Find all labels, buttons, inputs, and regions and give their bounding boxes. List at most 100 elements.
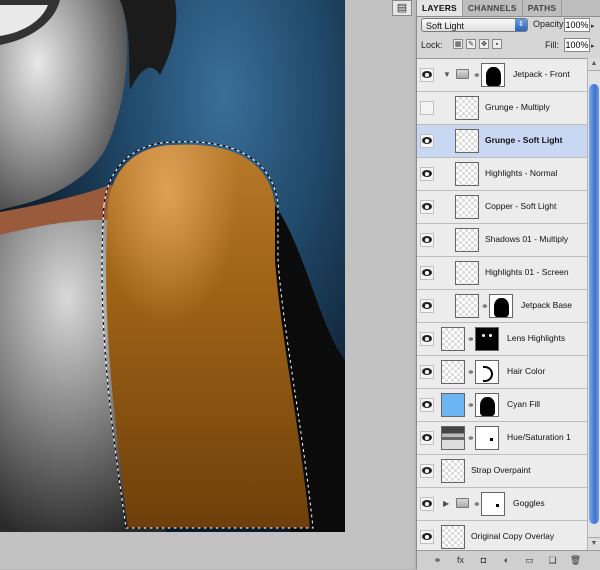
document-canvas-area[interactable]: ▤ xyxy=(0,0,414,569)
layer-row[interactable]: ⚭ Hue/Saturation 1 xyxy=(417,422,587,455)
layer-thumbnail[interactable] xyxy=(441,426,465,450)
layer-row[interactable]: ⚭ Hair Color xyxy=(417,356,587,389)
layer-thumbnail[interactable] xyxy=(455,96,479,120)
layer-row[interactable]: Original Copy Overlay xyxy=(417,521,587,551)
layers-list: ▼ ⚭ Jetpack - Front Grunge - Multiply Grunge… xyxy=(417,58,587,551)
scroll-down-arrow-icon[interactable]: ▼ xyxy=(588,537,600,550)
collapse-triangle-icon[interactable]: ▼ xyxy=(443,70,451,79)
panel-dock-icon[interactable]: ▤ xyxy=(392,0,412,16)
document-canvas[interactable] xyxy=(0,0,345,532)
visibility-eye-icon[interactable] xyxy=(420,431,434,445)
layer-row[interactable]: ▶ ⚭ Goggles xyxy=(417,488,587,521)
visibility-eye-icon[interactable] xyxy=(420,299,434,313)
fill-slider-arrow-icon[interactable]: ▸ xyxy=(591,42,595,50)
eye-icon xyxy=(422,533,432,540)
layer-row[interactable]: Shadows 01 - Multiply xyxy=(417,224,587,257)
folder-icon xyxy=(456,498,469,508)
layer-mask-thumbnail[interactable] xyxy=(481,492,505,516)
layer-row[interactable]: Highlights 01 - Screen xyxy=(417,257,587,290)
visibility-eye-icon[interactable] xyxy=(420,464,434,478)
layer-thumbnail[interactable] xyxy=(455,195,479,219)
layer-thumbnail[interactable] xyxy=(441,393,465,417)
mask-link-icon[interactable]: ⚭ xyxy=(481,301,489,312)
layer-thumbnail[interactable] xyxy=(441,459,465,483)
layer-thumbnail[interactable] xyxy=(455,228,479,252)
lock-row: Lock: ▦ ✎ ✥ ▪ Fill: 100% ▸ xyxy=(421,38,599,54)
layer-row[interactable]: Strap Overpaint xyxy=(417,455,587,488)
layer-row[interactable]: Grunge - Soft Light xyxy=(417,125,587,158)
lock-image-icon[interactable]: ✎ xyxy=(466,39,476,49)
layer-thumbnail[interactable] xyxy=(455,294,479,318)
layer-row[interactable]: ⚭ Jetpack Base xyxy=(417,290,587,323)
layer-name: Cyan Fill xyxy=(507,399,541,409)
link-layers-icon[interactable]: ⚭ xyxy=(431,554,444,566)
opacity-slider-arrow-icon[interactable]: ▸ xyxy=(591,22,595,30)
layers-panel-footer: ⚭ fx ◘ ◐ ▭ ❏ 🗑 xyxy=(417,550,600,570)
layer-name: Grunge - Soft Light xyxy=(485,135,563,145)
eye-icon xyxy=(422,401,432,408)
pasteboard xyxy=(345,0,414,569)
layer-thumbnail[interactable] xyxy=(441,327,465,351)
visibility-eye-icon[interactable] xyxy=(420,497,434,511)
visibility-eye-icon[interactable] xyxy=(420,200,434,214)
new-group-icon[interactable]: ▭ xyxy=(523,554,536,566)
fx-icon[interactable]: fx xyxy=(454,554,467,566)
expand-triangle-icon[interactable]: ▶ xyxy=(443,499,449,508)
layer-thumbnail[interactable] xyxy=(455,162,479,186)
scroll-thumb[interactable] xyxy=(589,84,599,524)
layer-thumbnail[interactable] xyxy=(455,129,479,153)
visibility-eye-icon[interactable] xyxy=(420,332,434,346)
visibility-eye-icon[interactable] xyxy=(420,398,434,412)
layer-row[interactable]: ▼ ⚭ Jetpack - Front xyxy=(417,59,587,92)
layer-thumbnail[interactable] xyxy=(441,360,465,384)
lock-transparency-icon[interactable]: ▦ xyxy=(453,39,463,49)
visibility-eye-icon[interactable] xyxy=(420,134,434,148)
layer-mask-thumbnail[interactable] xyxy=(475,393,499,417)
lock-all-icon[interactable]: ▪ xyxy=(492,39,502,49)
mask-link-icon[interactable]: ⚭ xyxy=(467,334,475,345)
tab-channels[interactable]: CHANNELS xyxy=(463,0,523,16)
tab-paths[interactable]: PATHS xyxy=(523,0,563,16)
mask-link-icon[interactable]: ⚭ xyxy=(467,367,475,378)
layer-row[interactable]: ⚭ Lens Highlights xyxy=(417,323,587,356)
adjustment-layer-icon[interactable]: ◐ xyxy=(500,554,513,566)
blend-row: Soft Light ⇕ Opacity: 100% ▸ xyxy=(421,18,599,34)
mask-link-icon[interactable]: ⚭ xyxy=(467,433,475,444)
visibility-eye-icon[interactable] xyxy=(420,266,434,280)
layer-name: Copper - Soft Light xyxy=(485,201,557,211)
add-mask-icon[interactable]: ◘ xyxy=(477,554,490,566)
scroll-up-arrow-icon[interactable]: ▲ xyxy=(588,58,600,71)
mask-link-icon[interactable]: ⚭ xyxy=(467,400,475,411)
trash-icon[interactable]: 🗑 xyxy=(569,554,582,566)
layer-row[interactable]: Highlights - Normal xyxy=(417,158,587,191)
layer-row[interactable]: ⚭ Cyan Fill xyxy=(417,389,587,422)
layer-name: Hair Color xyxy=(507,366,546,376)
visibility-eye-icon[interactable] xyxy=(420,167,434,181)
mask-link-icon[interactable]: ⚭ xyxy=(473,70,481,81)
layers-scrollbar[interactable]: ▲ ▼ xyxy=(587,58,600,550)
new-layer-icon[interactable]: ❏ xyxy=(546,554,559,566)
layer-thumbnail[interactable] xyxy=(441,525,465,549)
layer-mask-thumbnail[interactable] xyxy=(475,426,499,450)
layer-mask-thumbnail[interactable] xyxy=(481,63,505,87)
visibility-eye-icon[interactable] xyxy=(420,101,434,115)
layer-row[interactable]: Grunge - Multiply xyxy=(417,92,587,125)
blend-mode-select[interactable]: Soft Light ⇕ xyxy=(421,18,528,32)
artwork-image xyxy=(0,0,345,532)
fill-field[interactable]: 100% xyxy=(564,38,590,52)
mask-link-icon[interactable]: ⚭ xyxy=(473,499,481,510)
layer-name: Original Copy Overlay xyxy=(471,531,555,541)
tab-layers[interactable]: LAYERS xyxy=(417,0,463,16)
visibility-eye-icon[interactable] xyxy=(420,233,434,247)
eye-icon xyxy=(422,203,432,210)
visibility-eye-icon[interactable] xyxy=(420,68,434,82)
layer-mask-thumbnail[interactable] xyxy=(489,294,513,318)
lock-position-icon[interactable]: ✥ xyxy=(479,39,489,49)
layer-mask-thumbnail[interactable] xyxy=(475,360,499,384)
opacity-field[interactable]: 100% xyxy=(564,18,590,32)
layer-mask-thumbnail[interactable] xyxy=(475,327,499,351)
visibility-eye-icon[interactable] xyxy=(420,530,434,544)
layer-thumbnail[interactable] xyxy=(455,261,479,285)
visibility-eye-icon[interactable] xyxy=(420,365,434,379)
layer-row[interactable]: Copper - Soft Light xyxy=(417,191,587,224)
